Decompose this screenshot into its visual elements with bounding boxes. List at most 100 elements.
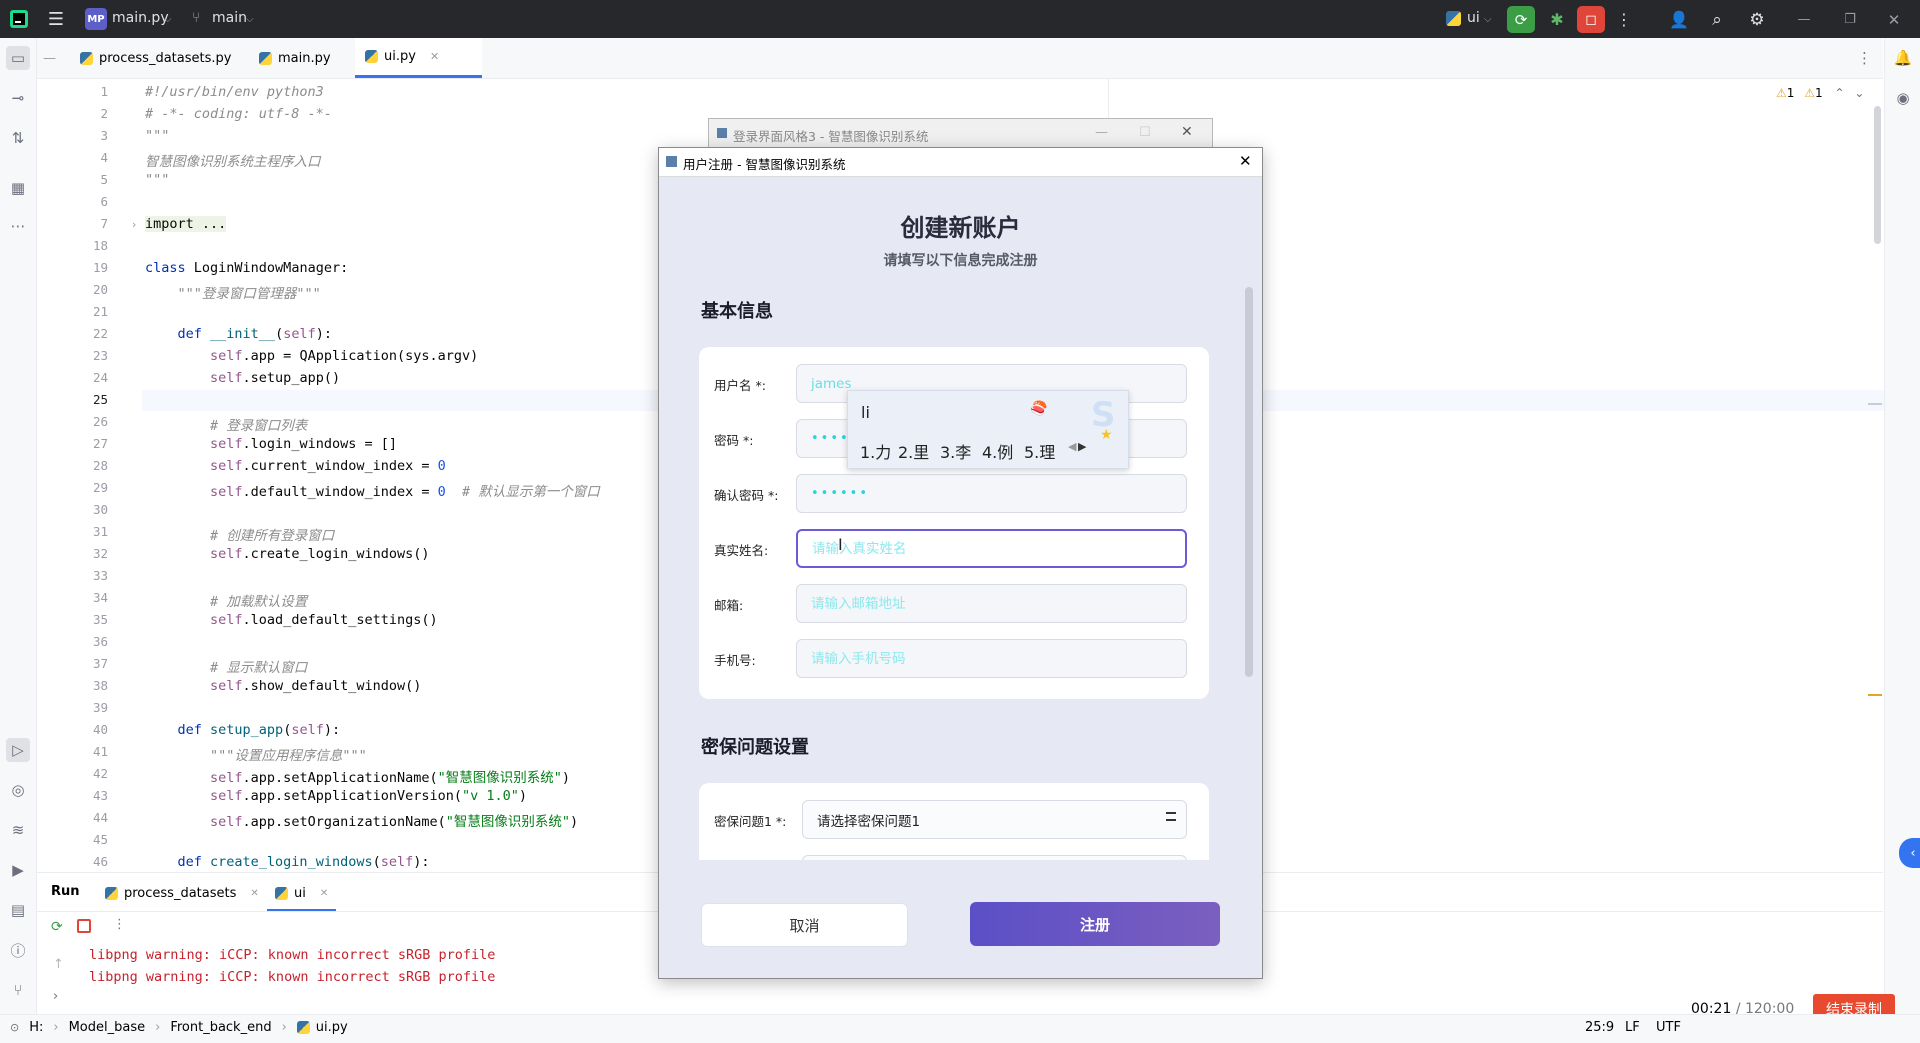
section-title-security: 密保问题设置 [701,737,809,758]
weak-warning-icon: ⚠ [1804,86,1815,100]
register-button[interactable]: 注册 [970,902,1220,946]
code-line: self.app.setOrganizationName("智慧图像识别系统") [210,814,579,830]
close-tab-icon[interactable]: ✕ [430,50,439,63]
window-icon [666,156,677,167]
project-name[interactable]: main.py [112,10,169,26]
ime-candidate[interactable]: 5.理 [1024,439,1055,463]
chevron-up-icon[interactable]: ⌃ [1834,86,1844,100]
chevron-down-icon[interactable]: ⌵ [1484,14,1492,25]
chevron-down-icon[interactable]: ⌵ [246,14,254,25]
security-question-1-select[interactable]: 请选择密保问题1 [802,800,1187,839]
ai-assistant-icon[interactable]: ◉ [1891,86,1915,110]
minimize-icon[interactable]: — [1095,125,1108,140]
notifications-icon[interactable]: 🔔 [1891,46,1915,70]
breadcrumb-item[interactable]: ui.py [316,1020,348,1035]
ime-skin-icon[interactable]: 🍣 [1030,401,1047,417]
code-line: self.load_default_settings() [210,612,438,628]
code-line: self.create_login_windows() [210,546,430,562]
ime-next-icon[interactable]: ▶ [1078,440,1086,453]
background-login-window[interactable]: 登录界面风格3 - 智慧图像识别系统 — ☐ ✕ [708,118,1213,150]
project-badge[interactable]: MP [85,8,107,30]
collapse-icon[interactable]: — [43,38,56,78]
branch-name[interactable]: main [212,10,247,26]
ime-prev-icon[interactable]: ◀ [1068,440,1076,453]
scroll-marker-warning [1868,694,1882,696]
tab-main[interactable]: main.py [259,38,331,78]
security-question-2-select[interactable] [802,855,1187,860]
branch-icon: ⑂ [192,10,201,26]
debug-icon[interactable]: ✱ [1544,6,1570,33]
close-icon[interactable]: ✕ [1882,6,1906,33]
code-line: """登录窗口管理器""" [145,286,321,302]
code-line: """设置应用程序信息""" [145,748,367,764]
rerun-button[interactable]: ⟳ [1507,6,1535,33]
code-line: 智慧图像识别系统主程序入口 [145,154,321,170]
ime-candidate[interactable]: 3.李 [940,439,971,463]
cancel-button[interactable]: 取消 [701,903,908,947]
run-tab-ui[interactable]: ui ✕ [267,877,337,912]
run-config-name[interactable]: ui [1467,10,1480,26]
search-icon[interactable]: ⌕ [1704,6,1730,33]
problems-icon[interactable]: ⓘ [6,938,30,962]
breadcrumb: ⊙ H: › Model_base › Front_back_end › ui.py [10,1020,348,1035]
breadcrumb-item[interactable]: Model_base [69,1020,146,1035]
phone-input[interactable] [796,639,1187,678]
ime-candidate[interactable]: 2.里 [898,439,929,463]
more-icon[interactable]: ⋮ [1614,6,1634,33]
email-input[interactable] [796,584,1187,623]
ime-candidate[interactable]: 4.例 [982,439,1013,463]
scroll-marker [1868,403,1882,405]
code-line: self.app.setApplicationVersion("v 1.0") [210,788,528,804]
scroll-up-icon[interactable]: ↑ [53,957,64,972]
code-line: # -*- coding: utf-8 -*- [145,106,332,122]
main-menu-icon[interactable]: ☰ [44,8,68,30]
restore-icon[interactable]: ❐ [1838,6,1862,33]
line-separator[interactable]: LF [1625,1020,1640,1035]
terminal-icon[interactable]: ▤ [6,898,30,922]
rerun-icon[interactable]: ⟳ [51,919,63,935]
chevron-down-icon[interactable]: ⌵ [164,14,172,25]
expand-icon[interactable]: › [53,989,58,1004]
minimize-icon[interactable]: — [1792,6,1816,33]
maximize-icon[interactable]: ☐ [1139,125,1151,140]
stop-icon[interactable] [77,919,91,933]
close-tab-icon[interactable]: ✕ [250,888,258,899]
vcs-icon: ⊙ [10,1021,20,1034]
side-collapse-icon[interactable]: ‹ [1899,838,1920,868]
git-icon[interactable]: ⑂ [6,978,30,1002]
chevron-down-icon[interactable]: ⌄ [1854,86,1864,100]
breadcrumb-item[interactable]: Front_back_end [170,1020,271,1035]
tab-process-datasets[interactable]: process_datasets.py [80,38,231,78]
more-tabs-icon[interactable]: ⋮ [1857,38,1872,78]
realname-input[interactable] [796,529,1187,568]
file-encoding[interactable]: UTF [1656,1020,1681,1035]
breadcrumb-item[interactable]: H: [29,1020,43,1035]
inspection-widget[interactable]: ⚠1 ⚠1 ⌃ ⌄ [1776,86,1864,100]
ide-title-bar: ☰ MP main.py ⌵ ⑂ main ⌵ ui ⌵ ⟳ ✱ ◻ ⋮ 👤 ⌕… [0,0,1920,38]
caret-position[interactable]: 25:9 [1585,1020,1614,1035]
code-line-folded-import[interactable]: import ... [145,216,227,232]
window-title: 登录界面风格3 - 智慧图像识别系统 [733,129,929,144]
close-tab-icon[interactable]: ✕ [320,888,328,899]
close-icon[interactable]: ✕ [1239,152,1252,170]
code-line: class LoginWindowManager: [145,260,349,276]
project-folder-icon[interactable]: ▭ [6,46,30,70]
email-label: 邮箱: [714,598,744,613]
add-user-icon[interactable]: 👤 [1666,6,1692,33]
run-tab-process-datasets[interactable]: process_datasets ✕ [105,877,259,909]
dropdown-icon [1166,812,1176,821]
more-icon[interactable]: ⋮ [113,917,126,932]
ime-candidate[interactable]: 1.力 [860,439,891,463]
form-scrollbar[interactable] [1245,287,1253,677]
phone-label: 手机号: [714,653,756,668]
form-heading: 创建新账户 [900,214,1021,242]
confirm-password-input[interactable]: •••••• [796,474,1187,513]
form-scroll-area[interactable]: 基本信息 用户名 *: james 密码 *: •••• 确认密码 *: •••… [690,287,1253,860]
tab-ui[interactable]: ui.py ✕ [355,38,482,78]
close-icon[interactable]: ✕ [1181,124,1193,140]
editor-scrollbar[interactable] [1874,106,1881,244]
gear-icon[interactable]: ⚙ [1744,6,1770,33]
confirm-password-label: 确认密码 *: [714,488,779,503]
stop-button[interactable]: ◻ [1577,6,1605,33]
tab-label: process_datasets.py [99,50,232,66]
